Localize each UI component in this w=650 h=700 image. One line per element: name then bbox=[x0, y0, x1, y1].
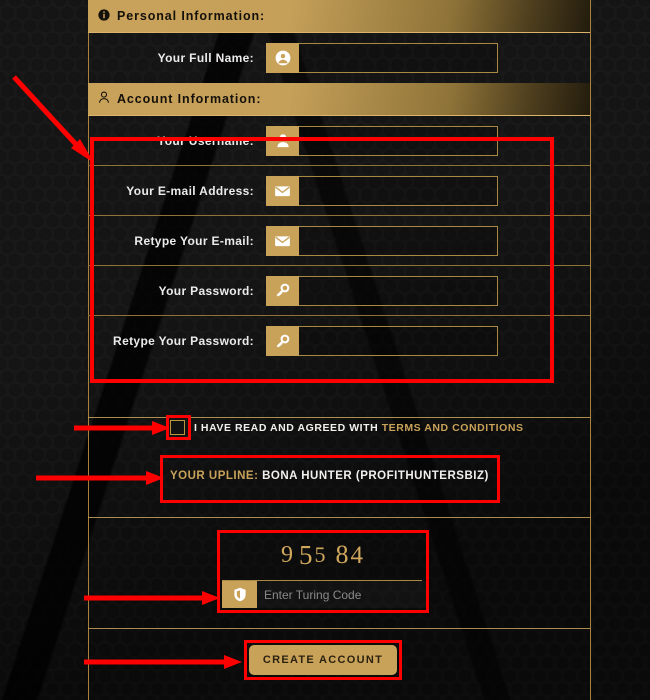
create-account-button[interactable]: CREATE ACCOUNT bbox=[249, 645, 397, 675]
row-username: Your Username: bbox=[88, 116, 590, 166]
username-input[interactable] bbox=[299, 125, 498, 156]
password-retype-input[interactable] bbox=[299, 326, 498, 356]
email-input[interactable] bbox=[299, 175, 498, 206]
label-email: Your E-mail Address: bbox=[126, 183, 254, 198]
row-email-retype: Retype Your E-mail: bbox=[88, 216, 590, 266]
label-email-retype: Retype Your E-mail: bbox=[134, 233, 254, 248]
turing-code-input[interactable] bbox=[257, 581, 426, 608]
row-email: Your E-mail Address: bbox=[88, 166, 590, 216]
field-turing-code bbox=[222, 580, 426, 608]
field-password-retype bbox=[266, 326, 498, 356]
key-icon bbox=[266, 326, 299, 356]
row-full-name: Your Full Name: bbox=[88, 33, 590, 83]
field-email bbox=[266, 175, 498, 206]
registration-page: Personal Information: Your Full Name: Ac… bbox=[0, 0, 650, 700]
upline-value: BONA HUNTER (PROFITHUNTERSBIZ) bbox=[262, 470, 489, 482]
section-title-personal-information: Personal Information: bbox=[117, 9, 266, 23]
label-password-retype: Retype Your Password: bbox=[113, 334, 254, 348]
email-retype-input[interactable] bbox=[299, 225, 498, 256]
section-title-account-information: Account Information: bbox=[117, 92, 262, 106]
user-outline-icon bbox=[98, 91, 110, 107]
upline-row: YOUR UPLINE: BONA HUNTER (PROFITHUNTERSB… bbox=[170, 470, 489, 482]
field-full-name bbox=[266, 43, 498, 73]
field-username bbox=[266, 125, 498, 156]
envelope-icon bbox=[266, 225, 299, 256]
field-email-retype bbox=[266, 225, 498, 256]
turing-digit: 9 bbox=[281, 542, 293, 568]
terms-row: I HAVE READ AND AGREED WITH TERMS AND CO… bbox=[170, 420, 524, 435]
row-password-retype: Retype Your Password: bbox=[88, 316, 590, 366]
section-header-account-information: Account Information: bbox=[88, 83, 590, 116]
info-icon bbox=[98, 8, 110, 24]
upline-label: YOUR UPLINE: bbox=[170, 470, 259, 482]
divider-above-submit bbox=[88, 628, 590, 629]
terms-text: I HAVE READ AND AGREED WITH bbox=[194, 421, 379, 434]
label-password: Your Password: bbox=[158, 283, 254, 298]
label-full-name: Your Full Name: bbox=[157, 51, 254, 65]
row-password: Your Password: bbox=[88, 266, 590, 316]
captcha-block: 9 5 5 8 4 bbox=[222, 530, 426, 608]
terms-checkbox[interactable] bbox=[170, 420, 185, 435]
user-icon bbox=[266, 125, 299, 156]
shield-icon bbox=[222, 581, 257, 608]
registration-form: Personal Information: Your Full Name: Ac… bbox=[88, 0, 590, 366]
turing-code-image: 9 5 5 8 4 bbox=[222, 530, 422, 580]
turing-digit: 8 bbox=[335, 540, 349, 569]
user-circle-icon bbox=[266, 43, 299, 73]
divider-above-captcha bbox=[88, 517, 590, 518]
section-header-personal-information: Personal Information: bbox=[88, 0, 590, 33]
field-password bbox=[266, 275, 498, 306]
turing-digit: 5 bbox=[314, 542, 326, 567]
terms-and-conditions-link[interactable]: TERMS AND CONDITIONS bbox=[382, 422, 524, 434]
turing-digit: 4 bbox=[350, 541, 364, 569]
password-input[interactable] bbox=[299, 275, 498, 306]
divider-above-terms bbox=[88, 417, 590, 418]
full-name-input[interactable] bbox=[299, 43, 498, 73]
label-username: Your Username: bbox=[157, 133, 254, 148]
terms-label: I HAVE READ AND AGREED WITH TERMS AND CO… bbox=[194, 422, 524, 434]
envelope-icon bbox=[266, 175, 299, 206]
right-border-rule bbox=[590, 0, 591, 700]
turing-digit: 5 bbox=[299, 539, 313, 570]
key-icon bbox=[266, 275, 299, 306]
